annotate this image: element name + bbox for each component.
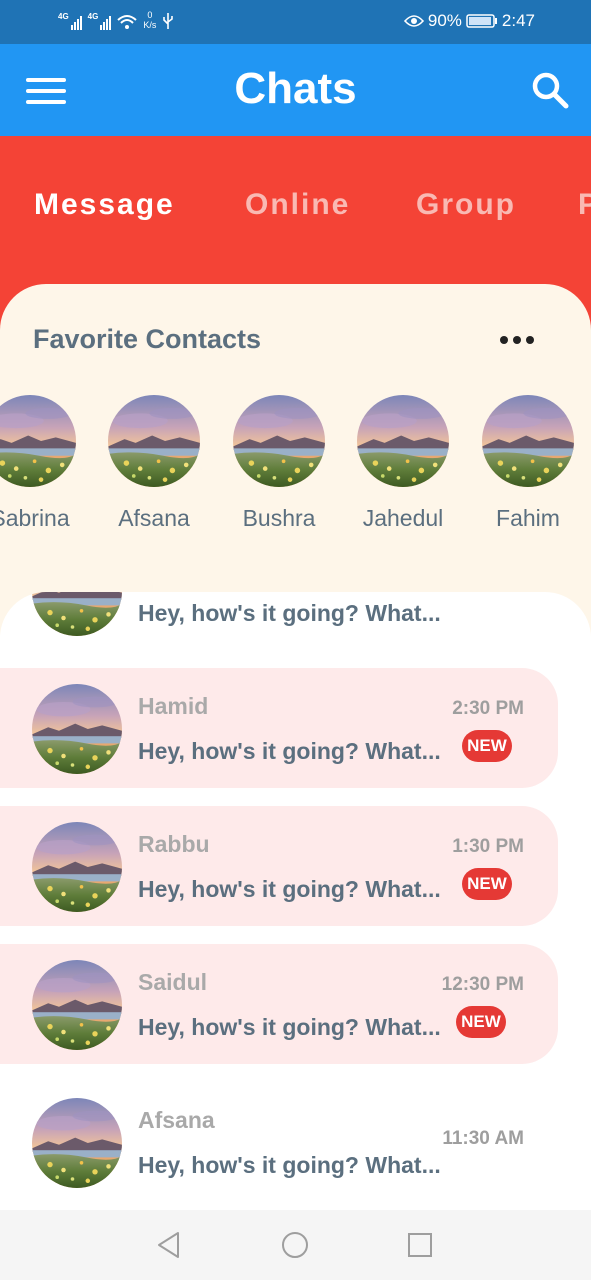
- chat-message-preview: Hey, how's it going? What...: [138, 876, 441, 902]
- speed-value: 0: [147, 10, 153, 20]
- signal-icon: 4G: [88, 12, 112, 30]
- chat-contact-name: Rabbu: [138, 831, 210, 857]
- wifi-icon: [117, 14, 138, 30]
- chat-contact-name: Saidul: [138, 969, 208, 995]
- battery-icon: [466, 13, 498, 29]
- new-badge: NEW: [462, 730, 512, 762]
- favorite-contact-name: Bushra: [242, 505, 316, 531]
- back-triangle-icon[interactable]: [154, 1230, 184, 1265]
- avatar: [108, 395, 200, 487]
- home-circle-icon[interactable]: [280, 1230, 310, 1265]
- chat-time: 11:30 AM: [442, 1128, 524, 1149]
- chat-message-preview: Hey, how's it going? What...: [138, 600, 441, 626]
- avatar: [32, 684, 122, 774]
- favorite-contact[interactable]: Jahedul: [341, 395, 465, 532]
- battery-percent: 90%: [427, 11, 462, 30]
- avatar: [482, 395, 574, 487]
- favorite-contact[interactable]: Afsana: [92, 395, 216, 532]
- favorite-contacts-panel: Favorite Contacts Sabrina Afsana Bushra …: [0, 284, 591, 644]
- system-nav-bar: [0, 1210, 591, 1280]
- network-speed: 0 K/s: [143, 10, 156, 30]
- search-icon[interactable]: [530, 70, 570, 115]
- network-type-label: 4G: [58, 12, 69, 21]
- new-badge: NEW: [456, 1006, 506, 1038]
- favorite-contact[interactable]: Sabrina: [0, 395, 92, 532]
- chat-row[interactable]: Hey, how's it going? What...: [0, 592, 558, 650]
- chat-message-preview: Hey, how's it going? What...: [138, 738, 441, 764]
- favorite-contact-name: Jahedul: [362, 505, 444, 531]
- more-horizontal-icon[interactable]: [500, 336, 534, 344]
- favorite-contact[interactable]: Fahim: [466, 395, 590, 532]
- chat-contact-name: Afsana: [138, 1107, 215, 1133]
- chat-row[interactable]: Saidul Hey, how's it going? What... 12:3…: [0, 944, 558, 1064]
- favorite-contact-name: Fahim: [496, 505, 560, 531]
- page-title: Chats: [234, 64, 357, 113]
- signal-icon: 4G: [58, 12, 82, 30]
- recents-square-icon[interactable]: [405, 1230, 435, 1265]
- eye-icon: [403, 14, 424, 28]
- chat-list: Hey, how's it going? What... Hamid Hey, …: [0, 592, 591, 1210]
- favorite-contact[interactable]: Bushra: [217, 395, 341, 532]
- avatar: [32, 1098, 122, 1188]
- chat-contact-name: Hamid: [138, 693, 209, 719]
- clock: 2:47: [501, 11, 535, 30]
- chat-row[interactable]: Rabbu Hey, how's it going? What... 1:30 …: [0, 806, 558, 926]
- new-badge: NEW: [462, 868, 512, 900]
- chat-message-preview: Hey, how's it going? What...: [138, 1152, 441, 1178]
- avatar: [0, 395, 76, 487]
- tab-message[interactable]: Message: [34, 188, 175, 222]
- chat-time: 1:30 PM: [452, 836, 524, 857]
- tab-online[interactable]: Online: [245, 188, 350, 222]
- chat-time: 2:30 PM: [452, 698, 524, 719]
- avatar: [32, 960, 122, 1050]
- chat-time: 12:30 PM: [441, 974, 524, 995]
- usb-icon: [162, 12, 174, 30]
- avatar: [357, 395, 449, 487]
- chat-message-preview: Hey, how's it going? What...: [138, 1014, 441, 1040]
- status-bar: 4G 4G 0 K/s 90% 2:47: [0, 0, 591, 44]
- status-right: 90% 2:47: [403, 11, 535, 31]
- chat-row[interactable]: Afsana Hey, how's it going? What... 11:3…: [0, 1082, 558, 1202]
- chat-row[interactable]: Hamid Hey, how's it going? What... 2:30 …: [0, 668, 558, 788]
- favorite-contact-name: Afsana: [118, 505, 190, 531]
- avatar: [32, 822, 122, 912]
- favorite-contact-name: Sabrina: [0, 505, 70, 531]
- speed-unit: K/s: [143, 20, 157, 30]
- tab-partial[interactable]: P: [578, 188, 591, 222]
- tab-group[interactable]: Group: [416, 188, 516, 222]
- avatar: [233, 395, 325, 487]
- favorites-title: Favorite Contacts: [33, 324, 262, 354]
- network-type-label: 4G: [87, 12, 99, 21]
- status-left: 4G 4G 0 K/s: [58, 10, 174, 30]
- avatar: [32, 592, 122, 636]
- app-bar: Chats: [0, 44, 591, 136]
